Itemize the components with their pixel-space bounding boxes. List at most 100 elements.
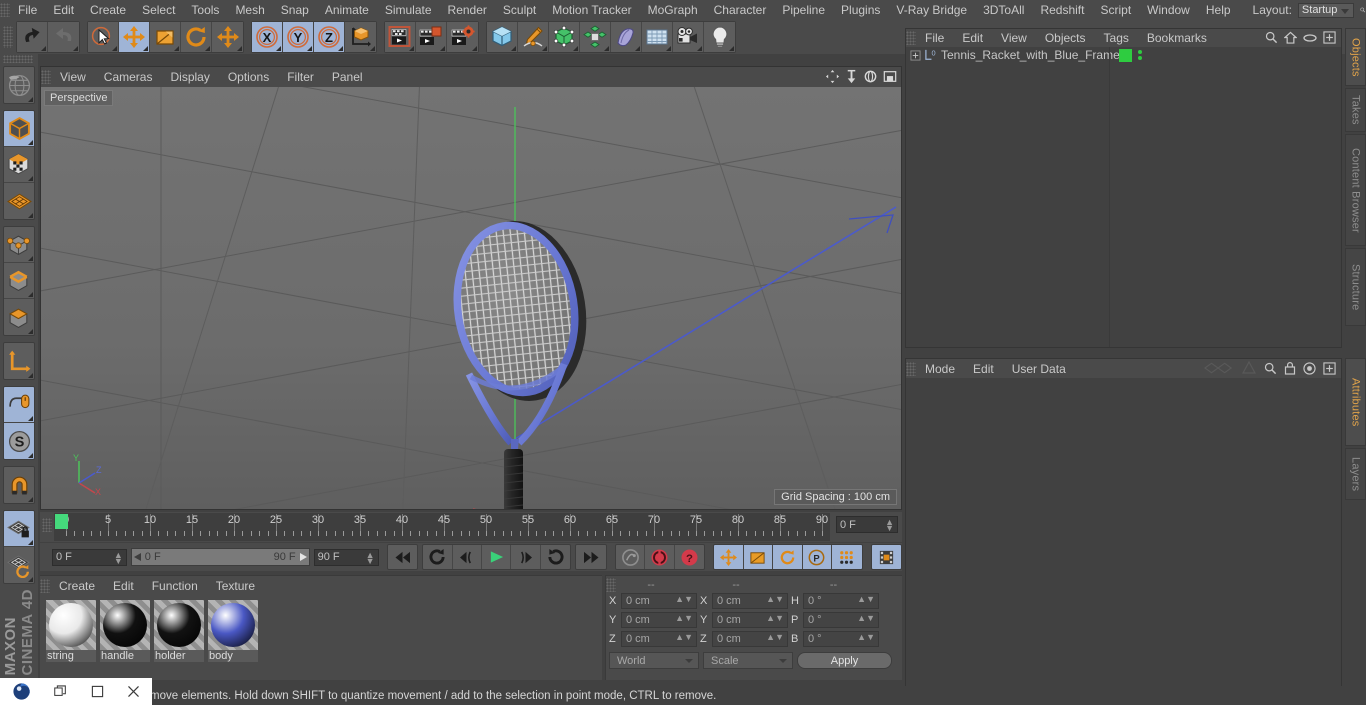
- plus-box-icon[interactable]: [1323, 31, 1336, 44]
- move-button[interactable]: [119, 22, 150, 52]
- scene-button[interactable]: [642, 22, 673, 52]
- render-view-button[interactable]: [385, 22, 416, 52]
- menu-script[interactable]: Script: [1092, 0, 1139, 20]
- search-icon[interactable]: [1265, 31, 1278, 44]
- search-icon[interactable]: [1360, 3, 1366, 17]
- object-menu-edit[interactable]: Edit: [953, 28, 992, 48]
- edges-mode-button[interactable]: [4, 263, 34, 299]
- cone-icon[interactable]: [1241, 361, 1257, 375]
- pan-icon[interactable]: [825, 69, 840, 84]
- record-keyframe-button[interactable]: [615, 545, 646, 569]
- object-menu-bookmarks[interactable]: Bookmarks: [1138, 28, 1216, 48]
- vertical-tab-content-browser[interactable]: Content Browser: [1345, 134, 1366, 246]
- y-axis-button[interactable]: Y: [283, 22, 314, 52]
- coord-pos-y-field[interactable]: 0 cm ▲▼: [621, 612, 697, 628]
- anim-current-frame-field[interactable]: 0 F ▲ ▼: [52, 548, 127, 566]
- material-menu-texture[interactable]: Texture: [207, 576, 264, 596]
- menu-mesh[interactable]: Mesh: [227, 0, 272, 20]
- x-axis-button[interactable]: X: [252, 22, 283, 52]
- coord-rot-b-field[interactable]: 0 ° ▲▼: [803, 631, 879, 647]
- menu-snap[interactable]: Snap: [273, 0, 317, 20]
- live-selection-button[interactable]: [88, 22, 119, 52]
- render-settings-button[interactable]: [447, 22, 478, 52]
- left-toolbar-grip[interactable]: [3, 55, 33, 63]
- viewport-menu-panel[interactable]: Panel: [323, 67, 372, 87]
- viewport-menu-view[interactable]: View: [51, 67, 95, 87]
- menu-plugins[interactable]: Plugins: [833, 0, 888, 20]
- rotate-view-icon[interactable]: [863, 69, 878, 84]
- spinner-icon[interactable]: ▲ ▼: [114, 550, 123, 565]
- pen-spline-button[interactable]: [518, 22, 549, 52]
- next-frame-button[interactable]: [511, 545, 541, 569]
- range-right-arrow-icon[interactable]: [299, 553, 307, 561]
- light-button[interactable]: [704, 22, 735, 52]
- menu-motion-tracker[interactable]: Motion Tracker: [544, 0, 639, 20]
- layout-select[interactable]: Startup: [1297, 2, 1355, 18]
- object-menu-view[interactable]: View: [992, 28, 1036, 48]
- menu-redshift[interactable]: Redshift: [1032, 0, 1092, 20]
- material-swatch[interactable]: [46, 600, 96, 650]
- scale-key-toggle[interactable]: [743, 545, 774, 569]
- vertical-tab-takes[interactable]: Takes: [1345, 88, 1366, 132]
- expand-plus-icon[interactable]: [910, 49, 921, 61]
- timeline-grip-handle[interactable]: [42, 518, 52, 532]
- material-swatch[interactable]: [208, 600, 258, 650]
- vertical-tab-structure[interactable]: Structure: [1345, 248, 1366, 326]
- lock-icon[interactable]: [1284, 361, 1296, 375]
- object-color-swatch[interactable]: [1119, 48, 1132, 62]
- axis-modify-button[interactable]: [4, 343, 34, 379]
- timeline-ruler[interactable]: 051015202530354045505560657075808590: [54, 513, 830, 541]
- object-menu-file[interactable]: File: [916, 28, 953, 48]
- material-menu-function[interactable]: Function: [143, 576, 207, 596]
- move-alt-button[interactable]: [212, 22, 243, 52]
- viewport-menu-filter[interactable]: Filter: [278, 67, 323, 87]
- menu-v-ray-bridge[interactable]: V-Ray Bridge: [888, 0, 975, 20]
- apply-button[interactable]: Apply: [797, 652, 892, 669]
- coord-pos-x-field[interactable]: 0 cm ▲▼: [621, 593, 697, 609]
- material-swatch[interactable]: [100, 600, 150, 650]
- material-item[interactable]: handle: [100, 600, 150, 662]
- close-window-icon[interactable]: [127, 685, 140, 698]
- menu-create[interactable]: Create: [82, 0, 134, 20]
- coord-size-x-field[interactable]: 0 cm ▲▼: [712, 593, 788, 609]
- plus-box-icon[interactable]: [1323, 361, 1336, 375]
- vertical-tab-attributes[interactable]: Attributes: [1345, 358, 1366, 446]
- viewport-grip-handle[interactable]: [41, 70, 51, 84]
- coord-mode-select[interactable]: Scale: [703, 652, 793, 669]
- coordinates-grip-handle[interactable]: [606, 577, 616, 592]
- play-forwards-button[interactable]: [482, 545, 512, 569]
- rotation-key-toggle[interactable]: [773, 545, 803, 569]
- menu-3dtoall[interactable]: 3DToAll: [975, 0, 1032, 20]
- target-icon[interactable]: [1303, 361, 1316, 375]
- play-backwards-button[interactable]: [423, 545, 453, 569]
- c4d-app-icon[interactable]: [12, 682, 31, 701]
- loop-button[interactable]: [540, 545, 571, 569]
- menu-mograph[interactable]: MoGraph: [640, 0, 706, 20]
- camera-button[interactable]: [673, 22, 704, 52]
- viewport-3d-canvas[interactable]: Perspective Grid Spacing : 100 cm Y X Z: [41, 87, 901, 509]
- attribute-grip-handle[interactable]: [906, 361, 916, 376]
- timeline-current-frame-field[interactable]: 0 F ▲ ▼: [836, 516, 898, 533]
- viewport-menu-options[interactable]: Options: [219, 67, 278, 87]
- object-menu-objects[interactable]: Objects: [1036, 28, 1095, 48]
- rotate-button[interactable]: [181, 22, 212, 52]
- redo-button[interactable]: [48, 22, 79, 52]
- object-visibility-dots[interactable]: [1138, 50, 1142, 60]
- menu-character[interactable]: Character: [706, 0, 775, 20]
- material-grip-handle[interactable]: [40, 579, 50, 593]
- viewport-menu-cameras[interactable]: Cameras: [95, 67, 162, 87]
- menu-grip-handle[interactable]: [0, 3, 10, 17]
- search-icon[interactable]: [1264, 362, 1277, 375]
- world-coordinate-button[interactable]: [345, 22, 376, 52]
- timeline-playhead[interactable]: [55, 514, 68, 529]
- coord-rot-p-field[interactable]: 0 ° ▲▼: [803, 612, 879, 628]
- scale-button[interactable]: [150, 22, 181, 52]
- generator-button[interactable]: [549, 22, 580, 52]
- range-left-arrow-icon[interactable]: [133, 553, 142, 561]
- menu-render[interactable]: Render: [440, 0, 495, 20]
- render-region-button[interactable]: [416, 22, 447, 52]
- toolbar-grip-handle[interactable]: [3, 26, 13, 48]
- object-manager-tree[interactable]: 0 Tennis_Racket_with_Blue_Frame: [906, 47, 1341, 347]
- attribute-menu-user-data[interactable]: User Data: [1003, 359, 1075, 379]
- maximize-window-icon[interactable]: [91, 685, 104, 698]
